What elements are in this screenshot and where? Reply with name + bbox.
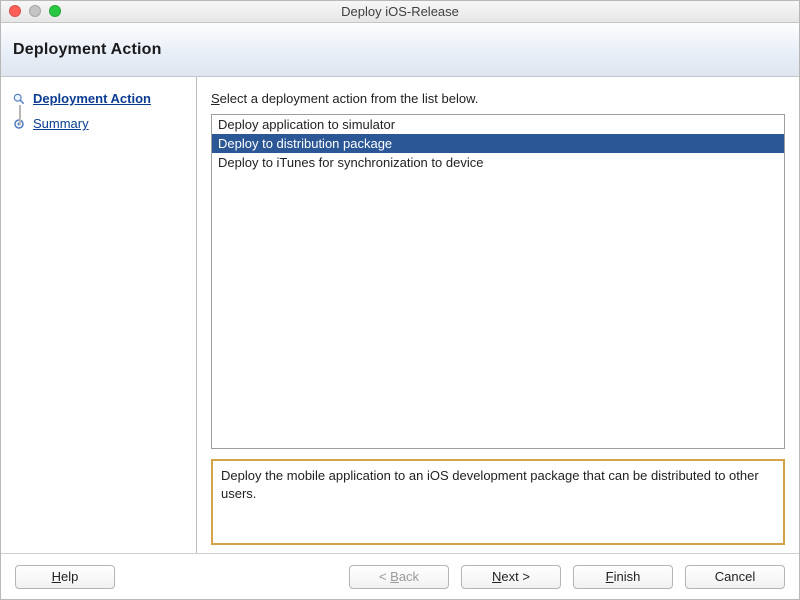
window-controls	[9, 5, 61, 17]
help-button[interactable]: Help	[15, 565, 115, 589]
instruction-text: Select a deployment action from the list…	[211, 91, 785, 106]
instruction-rest: elect a deployment action from the list …	[220, 91, 479, 106]
back-button: < Back	[349, 565, 449, 589]
content-pane: Select a deployment action from the list…	[197, 77, 799, 553]
next-button[interactable]: Next >	[461, 565, 561, 589]
description-text: Deploy the mobile application to an iOS …	[221, 468, 759, 501]
cancel-button[interactable]: Cancel	[685, 565, 785, 589]
nav-step-label: Summary	[33, 116, 89, 131]
nav-step-summary[interactable]: Summary	[13, 116, 186, 131]
window-title: Deploy iOS-Release	[341, 4, 459, 19]
finish-button[interactable]: Finish	[573, 565, 673, 589]
wizard-sidebar: Deployment Action Summary	[1, 77, 197, 553]
page-title: Deployment Action	[13, 41, 162, 59]
description-box: Deploy the mobile application to an iOS …	[211, 459, 785, 545]
body: Deployment Action Summary Select a deplo…	[1, 77, 799, 553]
page-header: Deployment Action	[1, 23, 799, 77]
minimize-icon[interactable]	[29, 5, 41, 17]
zoom-icon[interactable]	[49, 5, 61, 17]
dialog-window: Deploy iOS-Release Deployment Action Dep…	[0, 0, 800, 600]
wizard-nav: Deployment Action Summary	[13, 91, 186, 131]
magnifier-icon	[13, 93, 25, 105]
titlebar: Deploy iOS-Release	[1, 1, 799, 23]
deployment-action-list[interactable]: Deploy application to simulator Deploy t…	[211, 114, 785, 449]
list-item[interactable]: Deploy application to simulator	[212, 115, 784, 134]
list-item[interactable]: Deploy to iTunes for synchronization to …	[212, 153, 784, 172]
nav-step-deployment-action[interactable]: Deployment Action	[13, 91, 186, 106]
nav-step-label: Deployment Action	[33, 91, 151, 106]
nav-connector-line	[19, 105, 21, 125]
instruction-mnemonic: S	[211, 91, 220, 106]
close-icon[interactable]	[9, 5, 21, 17]
button-bar: Help < Back Next > Finish Cancel	[1, 553, 799, 599]
list-item[interactable]: Deploy to distribution package	[212, 134, 784, 153]
